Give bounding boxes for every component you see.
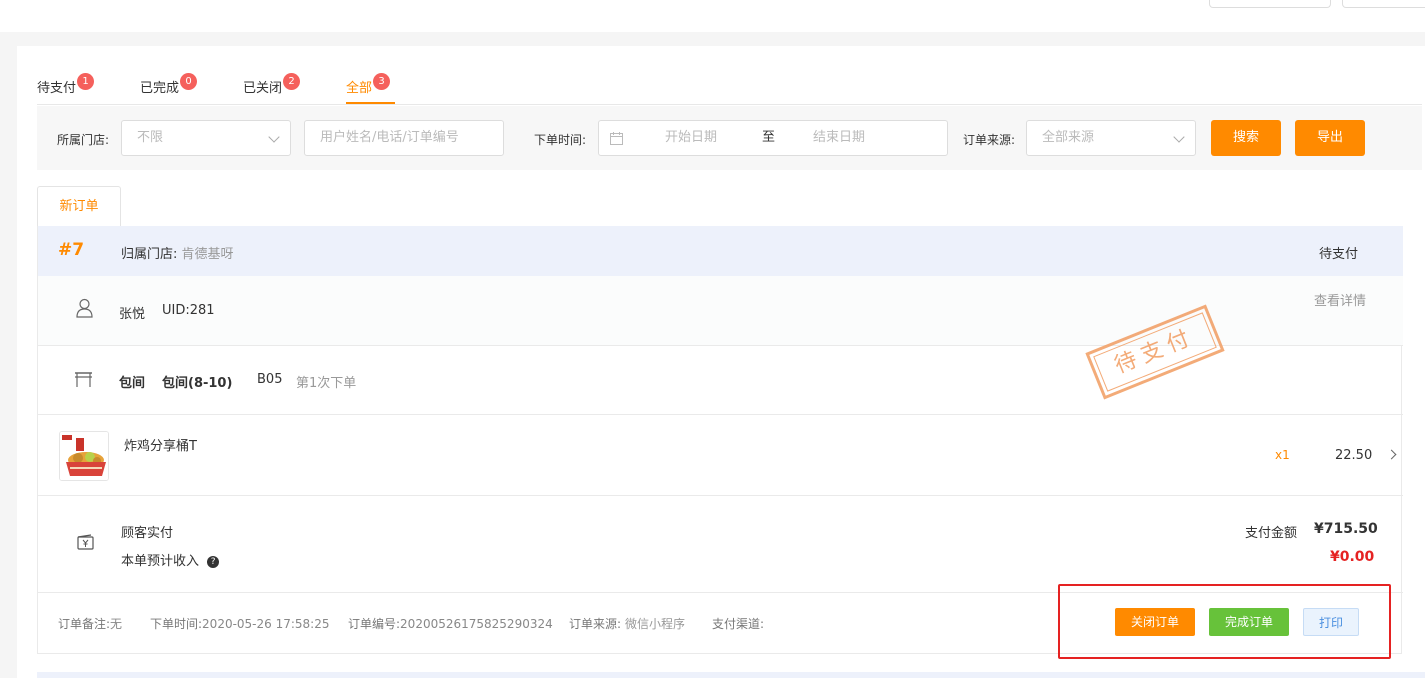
source-label: 订单来源: — [569, 617, 622, 631]
source-value: 微信小程序 — [625, 617, 686, 631]
order-header: #7 归属门店: 肯德基呀 待支付 — [38, 226, 1403, 276]
end-date-input[interactable]: 结束日期 — [813, 121, 865, 155]
pay-channel-label: 支付渠道: — [712, 617, 765, 631]
tab-all[interactable]: 全部 3 — [346, 73, 391, 96]
store-filter-label: 所属门店: — [57, 133, 110, 147]
tabs-divider — [37, 104, 1422, 105]
user-icon — [76, 298, 93, 318]
export-button[interactable]: 导出 — [1295, 120, 1365, 156]
pay-amount-label: 支付金额 — [1245, 526, 1298, 541]
product-image — [59, 431, 109, 481]
order-remark: 订单备注:无 — [58, 615, 122, 632]
order-no: 订单编号:20200526175825290324 — [348, 615, 553, 632]
calendar-icon — [610, 132, 623, 145]
top-bar-button[interactable] — [1209, 0, 1331, 8]
time-filter-label: 下单时间: — [534, 133, 587, 147]
order-source: 订单来源: 微信小程序 — [569, 615, 685, 632]
source-select[interactable]: 全部来源 — [1026, 120, 1196, 156]
remark-value: 无 — [110, 617, 123, 631]
tab-completed[interactable]: 已完成 0 — [140, 73, 198, 96]
help-icon[interactable]: ? — [207, 555, 220, 568]
order-number: #7 — [58, 240, 85, 260]
tab-pending[interactable]: 待支付 1 — [37, 73, 95, 96]
start-date-input[interactable]: 开始日期 — [665, 121, 717, 155]
paid-label: 顾客实付 — [121, 526, 174, 541]
table-icon — [75, 372, 92, 387]
product-row[interactable]: 炸鸡分享桶T x1 22.50 — [38, 415, 1403, 496]
pay-amount-value: ¥715.50 — [1314, 521, 1378, 537]
active-tab-indicator — [346, 102, 395, 104]
product-quantity: x1 — [1275, 448, 1290, 462]
room-type: 包间 — [119, 376, 146, 391]
store-select[interactable]: 不限 — [121, 120, 291, 156]
product-price: 22.50 — [1335, 448, 1373, 463]
user-search-input[interactable]: 用户姓名/电话/订单编号 — [304, 120, 504, 156]
store-select-value: 不限 — [137, 130, 164, 145]
tab-new-orders[interactable]: 新订单 — [37, 186, 121, 227]
customer-uid: UID:281 — [162, 303, 215, 318]
order-store: 归属门店: 肯德基呀 — [121, 243, 234, 262]
top-bar — [0, 0, 1425, 32]
tab-label: 已关闭 — [243, 81, 283, 96]
source-select-value: 全部来源 — [1042, 130, 1095, 145]
user-search-placeholder: 用户姓名/电话/订单编号 — [320, 130, 459, 145]
highlight-box — [1058, 584, 1391, 659]
income-label: 本单预计收入 ? — [121, 550, 220, 569]
tab-closed[interactable]: 已关闭 2 — [243, 73, 301, 96]
top-bar-button[interactable] — [1342, 0, 1425, 8]
tab-count-badge: 3 — [373, 73, 391, 90]
pay-channel: 支付渠道: — [712, 615, 764, 632]
chevron-down-icon — [268, 131, 280, 143]
tab-count-badge: 0 — [180, 73, 198, 90]
order-no-label: 订单编号: — [348, 617, 401, 631]
tab-label: 已完成 — [140, 81, 180, 96]
remark-label: 订单备注: — [58, 617, 111, 631]
date-range-picker[interactable]: 开始日期 至 结束日期 — [598, 120, 948, 156]
wallet-icon — [77, 534, 94, 550]
income-value: ¥0.00 — [1330, 549, 1375, 565]
income-label-text: 本单预计收入 — [121, 554, 200, 569]
product-name: 炸鸡分享桶T — [124, 439, 197, 454]
chevron-right-icon[interactable] — [1386, 449, 1397, 460]
filter-bar: 所属门店: 不限 用户姓名/电话/订单编号 下单时间: 开始日期 至 结束日期 … — [37, 106, 1422, 170]
chevron-down-icon — [1173, 131, 1185, 143]
search-button[interactable]: 搜索 — [1211, 120, 1281, 156]
customer-name: 张悦 — [119, 307, 146, 322]
table-number: B05 — [257, 372, 283, 387]
order-store-value: 肯德基呀 — [181, 247, 234, 262]
order-no-value: 20200526175825290324 — [400, 617, 553, 631]
tab-count-badge: 2 — [283, 73, 301, 90]
time-value: 2020-05-26 17:58:25 — [202, 617, 330, 631]
date-range-separator: 至 — [762, 130, 776, 145]
view-details-link[interactable]: 查看详情 — [1314, 290, 1366, 309]
payment-row: 顾客实付 本单预计收入 ? 支付金额 ¥715.50 ¥0.00 — [38, 496, 1403, 593]
room-name: 包间(8-10) — [162, 376, 233, 391]
fried-chicken-bucket-icon — [60, 432, 108, 480]
tab-count-badge: 1 — [77, 73, 95, 90]
order-sequence: 第1次下单 — [296, 376, 357, 391]
next-order-header — [37, 672, 1425, 678]
tab-label: 待支付 — [37, 81, 77, 96]
order-status: 待支付 — [1318, 247, 1358, 262]
order-store-label: 归属门店: — [121, 247, 178, 262]
time-label: 下单时间: — [150, 617, 203, 631]
source-filter-label: 订单来源: — [963, 133, 1016, 147]
order-time: 下单时间:2020-05-26 17:58:25 — [150, 615, 330, 632]
tab-label: 全部 — [346, 81, 373, 96]
